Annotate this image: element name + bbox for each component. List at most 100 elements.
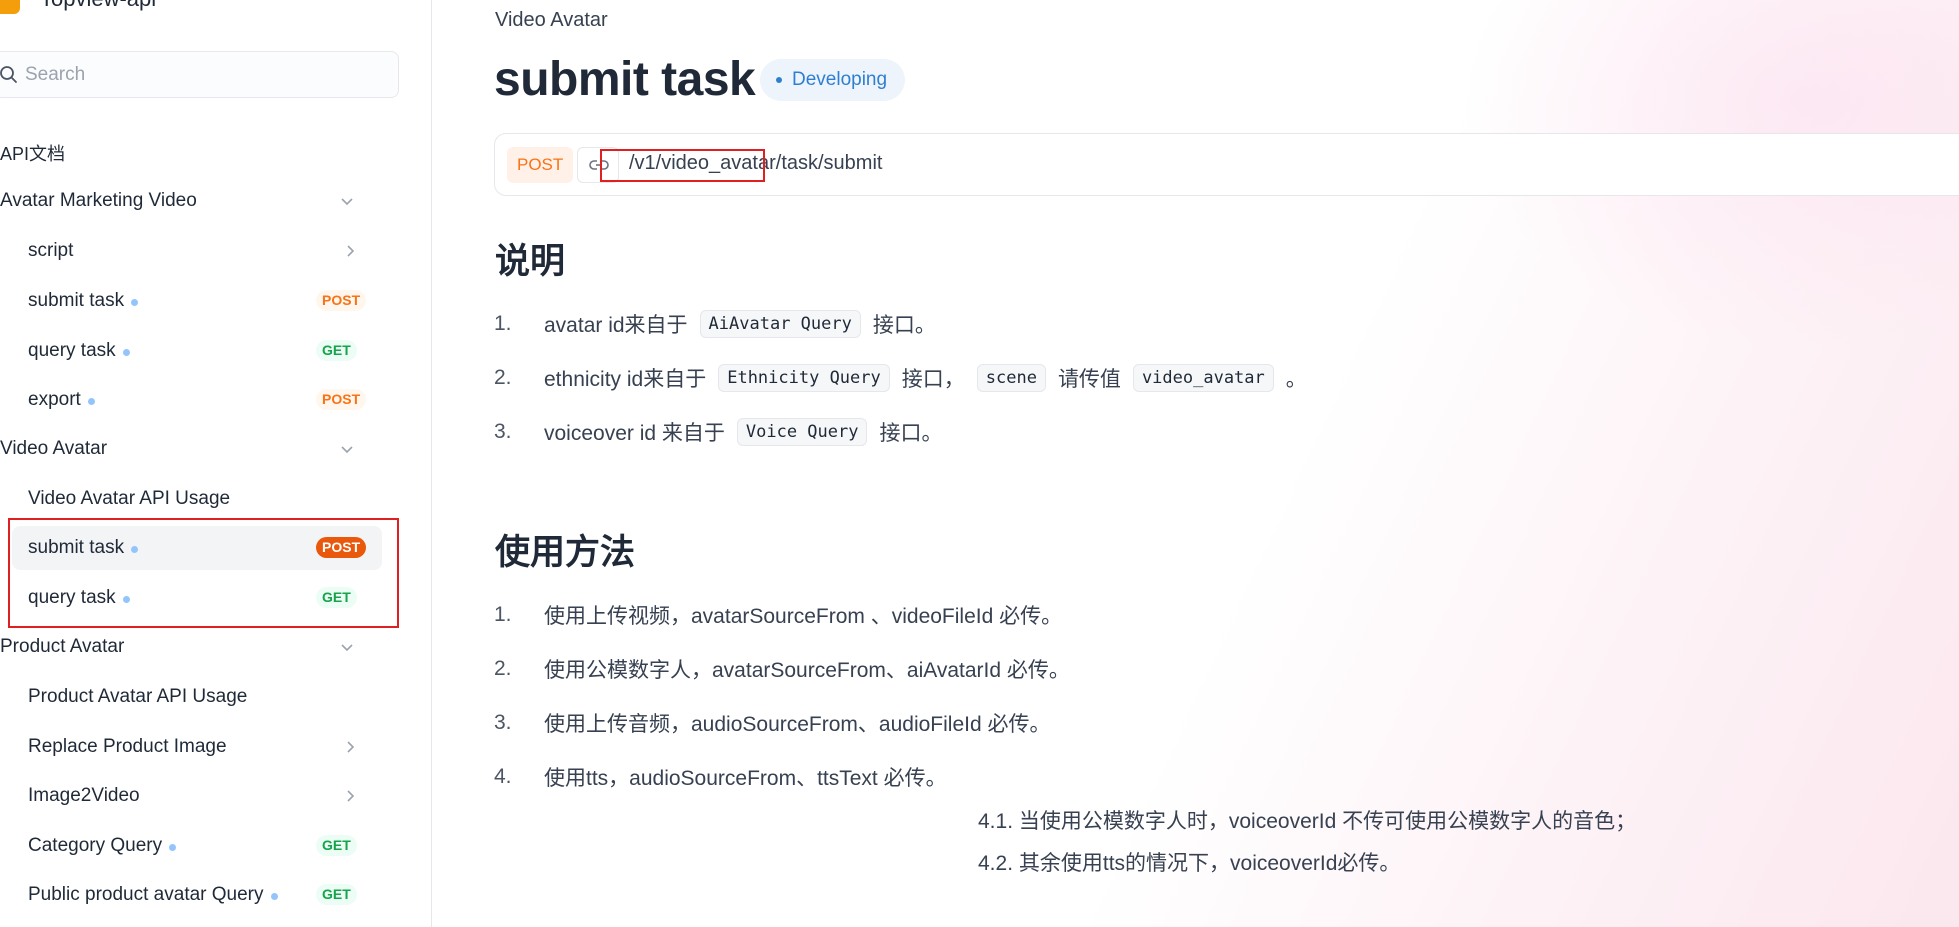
inline-code: AiAvatar Query: [699, 310, 861, 338]
list-number: 2.: [494, 657, 512, 680]
list-item: 4. 使用tts，audioSourceFrom、ttsText 必传。: [494, 759, 947, 795]
search-icon: [0, 66, 17, 83]
sidebar-item-query-task[interactable]: query task GET: [12, 329, 382, 373]
chevron-down-icon: [341, 644, 353, 652]
search-input[interactable]: [25, 60, 385, 90]
sidebar-item-script[interactable]: script: [12, 229, 382, 273]
copy-link-button[interactable]: [577, 147, 619, 183]
list-text: 使用tts，audioSourceFrom、ttsText 必传。: [544, 767, 947, 790]
inline-code: Ethnicity Query: [718, 364, 890, 392]
theme-toggle-icon[interactable]: [362, 0, 382, 6]
sidebar-item-replace-product-image[interactable]: Replace Product Image: [12, 725, 382, 769]
list-text: 请传值: [1057, 368, 1121, 391]
method-badge: POST: [316, 389, 367, 410]
status-label: Developing: [792, 69, 888, 90]
search-box[interactable]: [0, 51, 399, 98]
status-dot-icon: [87, 397, 95, 405]
section-heading: 使用方法: [495, 533, 636, 572]
status-dot-icon: [169, 843, 177, 851]
sidebar-item-label: Category Query: [28, 835, 163, 856]
list-item: 3. 使用上传音频，audioSourceFrom、audioFileId 必传…: [494, 705, 1050, 741]
list-text: 。: [1285, 368, 1307, 391]
status-dot-icon: [122, 595, 130, 603]
method-badge: POST: [316, 537, 367, 558]
sidebar-item-label: Product Avatar API Usage: [28, 686, 248, 707]
sidebar-item-submit-task[interactable]: submit task POST: [12, 279, 382, 323]
status-dot-icon: [776, 77, 782, 83]
list-number: 1.: [494, 312, 512, 335]
status-dot-icon: [131, 545, 139, 553]
sidebar-item-public-product-avatar-query[interactable]: Public product avatar Query GET: [12, 873, 382, 917]
section-heading: 说明: [495, 242, 566, 281]
list-text: 使用上传音频，audioSourceFrom、audioFileId 必传。: [544, 713, 1051, 736]
sidebar-item-label: submit task: [28, 537, 125, 558]
inline-code: scene: [976, 364, 1046, 392]
inline-code: Voice Query: [736, 418, 868, 446]
chevron-right-icon: [347, 790, 355, 802]
nav-group-label: Product Avatar: [0, 636, 125, 657]
sidebar-item-label: query task: [28, 587, 116, 608]
list-text: 接口。: [872, 314, 936, 337]
chevron-right-icon: [347, 741, 355, 753]
app-logo-icon: [0, 0, 20, 14]
sidebar-item-label: Video Avatar API Usage: [28, 488, 231, 509]
nav-group-avatar-marketing-video[interactable]: Avatar Marketing Video: [0, 181, 380, 221]
sidebar: Topview-api API文档 Avatar Marketing Video…: [0, 0, 432, 927]
sidebar-item-category-query[interactable]: Category Query GET: [12, 824, 382, 868]
status-dot-icon: [122, 348, 130, 356]
method-badge: POST: [316, 290, 367, 311]
sidebar-item-label: export: [28, 389, 81, 410]
nav-group-label: Avatar Marketing Video: [0, 190, 197, 211]
list-text: 接口。: [879, 422, 943, 445]
list-number: 4.: [494, 765, 512, 788]
list-text: 接口，: [901, 368, 965, 391]
method-badge: GET: [316, 835, 357, 856]
link-icon: [589, 160, 609, 170]
list-item: 1. 使用上传视频，avatarSourceFrom 、videoFileId …: [494, 597, 1062, 633]
list-text: voiceover id 来自于: [544, 422, 725, 445]
breadcrumb: Video Avatar: [495, 9, 608, 31]
sidebar-item-image2video[interactable]: Image2Video: [12, 774, 382, 818]
list-subitem: 4.2. 其余使用tts的情况下，voiceoverId必传。: [978, 852, 1401, 875]
sidebar-item-video-avatar-api-usage[interactable]: Video Avatar API Usage: [12, 477, 382, 521]
nav-group-label: Video Avatar: [0, 438, 108, 459]
list-number: 3.: [494, 711, 512, 734]
list-text: 使用公模数字人，avatarSourceFrom、aiAvatarId 必传。: [544, 659, 1070, 682]
app-header: Topview-api: [0, 0, 400, 14]
main-content: Video Avatar submit task Developing POST…: [432, 0, 1959, 927]
sidebar-item-submit-task-active[interactable]: submit task POST: [12, 526, 382, 570]
list-item: 2. 使用公模数字人，avatarSourceFrom、aiAvatarId 必…: [494, 651, 1070, 687]
sidebar-item-label: Replace Product Image: [28, 736, 227, 757]
nav-group-product-avatar[interactable]: Product Avatar: [0, 627, 380, 667]
page-title: submit task: [494, 53, 756, 106]
list-number: 1.: [494, 603, 512, 626]
status-dot-icon: [270, 892, 278, 900]
method-badge: GET: [316, 340, 357, 361]
endpoint-path[interactable]: /v1/video_avatar/task/submit: [629, 152, 882, 175]
list-item: 2. ethnicity id来自于 Ethnicity Query 接口， s…: [494, 360, 1307, 396]
sidebar-item-label: query task: [28, 340, 116, 361]
inline-code: video_avatar: [1132, 364, 1274, 392]
status-badge: Developing: [760, 59, 906, 101]
method-badge: GET: [316, 884, 357, 905]
sidebar-item-export[interactable]: export POST: [12, 378, 382, 422]
http-method-badge: POST: [507, 147, 574, 183]
sidebar-item-product-avatar-api-usage[interactable]: Product Avatar API Usage: [12, 675, 382, 719]
list-text: ethnicity id来自于: [544, 368, 707, 391]
chevron-down-icon: [341, 446, 353, 454]
list-text: avatar id来自于: [544, 314, 688, 337]
list-item: 1. avatar id来自于 AiAvatar Query 接口。: [494, 306, 936, 342]
sidebar-item-label: script: [28, 240, 74, 261]
section-title: API文档: [0, 144, 66, 164]
sidebar-item-label: submit task: [28, 290, 125, 311]
list-subitem: 4.1. 当使用公模数字人时，voiceoverId 不传可使用公模数字人的音色…: [978, 810, 1637, 833]
list-number: 2.: [494, 366, 512, 389]
list-item: 3. voiceover id 来自于 Voice Query 接口。: [494, 414, 942, 450]
sidebar-item-query-task[interactable]: query task GET: [12, 576, 382, 620]
chevron-right-icon: [347, 245, 355, 257]
chevron-down-icon: [341, 198, 353, 206]
nav-group-video-avatar[interactable]: Video Avatar: [0, 429, 380, 469]
sidebar-item-label: Public product avatar Query: [28, 884, 264, 905]
app-name: Topview-api: [40, 0, 156, 12]
list-text: 使用上传视频，avatarSourceFrom 、videoFileId 必传。: [544, 605, 1063, 628]
